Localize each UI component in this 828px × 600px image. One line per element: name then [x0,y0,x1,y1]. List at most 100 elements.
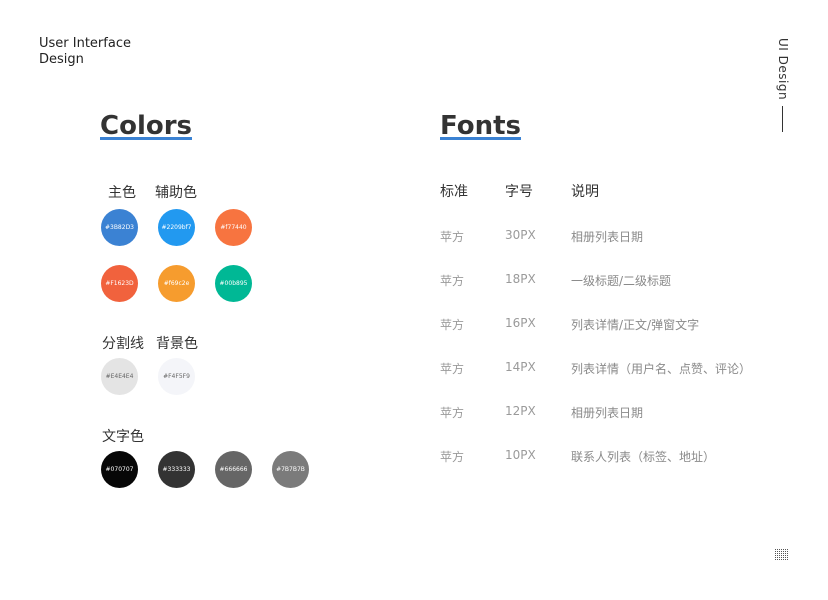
font-usage-cell: 列表详情/正文/弹窗文字 [571,318,700,332]
grid-dot [781,549,782,550]
grid-dot [787,557,788,558]
color-swatch: #f69c2e [158,265,195,302]
brand-title: User Interface Design [39,36,131,68]
font-family-cell: 苹方 [440,406,465,420]
font-usage-cell: 相册列表日期 [571,406,644,420]
font-spec-row: 苹方 16PX 列表详情/正文/弹窗文字 [440,316,760,360]
color-swatch-hex: #F4F5F9 [163,373,190,380]
grid-dot [779,559,780,560]
header-description: 说明 [571,184,599,200]
grid-dot [779,555,780,556]
swatch-row-neutral: #E4E4E4 #F4F5F9 [101,358,215,395]
grid-dot [781,553,782,554]
colors-title: Colors [100,110,193,142]
fonts-table-body: 苹方 30PX 相册列表日期 苹方 18PX 一级标题/二级标题 苹方 16PX 列表详情/正文… [440,228,760,492]
color-swatch: #F1623D [101,265,138,302]
grid-dot [785,553,786,554]
grid-dot [783,555,784,556]
grid-dot [779,549,780,550]
color-swatch: #7B7B7B [272,451,309,488]
fonts-table-header: 标准 字号 说明 [440,181,760,200]
background-color-label: 背景色 [156,336,198,352]
font-usage-cell: 列表详情（用户名、点赞、评论） [571,362,752,376]
grid-dot [777,557,778,558]
grid-dot [781,559,782,560]
grid-dot [775,549,776,550]
grid-dot [775,551,776,552]
grid-dot [785,551,786,552]
grid-dot [783,559,784,560]
primary-color-label: 主色 [108,185,136,201]
color-swatch: #333333 [158,451,195,488]
grid-dot [781,557,782,558]
font-size-cell: 12PX [505,404,536,418]
secondary-color-label: 辅助色 [155,185,197,201]
font-family-cell: 苹方 [440,362,465,376]
font-family-cell: 苹方 [440,274,465,288]
grid-dot [783,549,784,550]
grid-dot [785,549,786,550]
grid-dot [779,553,780,554]
font-size-cell: 16PX [505,316,536,330]
color-swatch: #f77440 [215,209,252,246]
color-swatch: #00b895 [215,265,252,302]
font-usage-cell: 联系人列表（标签、地址） [571,450,716,464]
color-swatch: #666666 [215,451,252,488]
grid-dot [787,555,788,556]
text-color-label: 文字色 [102,429,144,445]
grid-dot [783,557,784,558]
grid-dot [779,551,780,552]
font-family-cell: 苹方 [440,450,465,464]
color-swatch-hex: #666666 [219,466,248,473]
grid-dot [781,551,782,552]
grid-dot [775,557,776,558]
color-swatch-hex: #333333 [162,466,191,473]
swatch-row-secondary: #F1623D #f69c2e #00b895 [101,265,272,302]
color-swatch-hex: #2209bf7 [161,224,192,231]
grid-dot [781,555,782,556]
grid-dot [783,551,784,552]
grid-dot [785,555,786,556]
grid-dot [787,559,788,560]
dot-grid-icon [775,549,789,561]
font-spec-row: 苹方 18PX 一级标题/二级标题 [440,272,760,316]
brand-line-1: User Interface [39,36,131,51]
grid-dot [777,555,778,556]
color-swatch-hex: #3B82D3 [104,224,135,231]
color-swatch-hex: #070707 [105,466,134,473]
grid-dot [775,553,776,554]
font-usage-cell: 相册列表日期 [571,230,644,244]
font-family-cell: 苹方 [440,318,465,332]
color-swatch-hex: #f69c2e [163,280,190,287]
side-rule [782,106,783,132]
color-swatch: #2209bf7 [158,209,195,246]
grid-dot [777,551,778,552]
header-size: 字号 [505,184,533,200]
font-spec-row: 苹方 10PX 联系人列表（标签、地址） [440,448,760,492]
colors-title-text: Colors [100,111,193,141]
font-size-cell: 14PX [505,360,536,374]
color-swatch: #F4F5F9 [158,358,195,395]
swatch-row-text: #070707 #333333 #666666 #7B7B7B [101,451,329,488]
swatch-row-main: #3B82D3 #2209bf7 #f77440 [101,209,272,246]
color-swatch: #3B82D3 [101,209,138,246]
grid-dot [787,551,788,552]
grid-dot [785,559,786,560]
grid-dot [777,549,778,550]
grid-dot [777,553,778,554]
font-size-cell: 10PX [505,448,536,462]
divider-color-label: 分割线 [102,336,144,352]
color-swatch-hex: #F1623D [105,280,134,287]
color-swatch: #070707 [101,451,138,488]
font-spec-row: 苹方 30PX 相册列表日期 [440,228,760,272]
color-swatch-hex: #00b895 [219,280,248,287]
fonts-title: Fonts [440,110,521,142]
fonts-title-text: Fonts [440,111,521,141]
color-swatch-hex: #f77440 [220,224,247,231]
grid-dot [783,553,784,554]
font-family-cell: 苹方 [440,230,465,244]
color-swatch-hex: #E4E4E4 [105,373,134,380]
color-swatch-hex: #7B7B7B [276,466,305,473]
grid-dot [777,559,778,560]
side-label: UI Design [776,38,790,101]
